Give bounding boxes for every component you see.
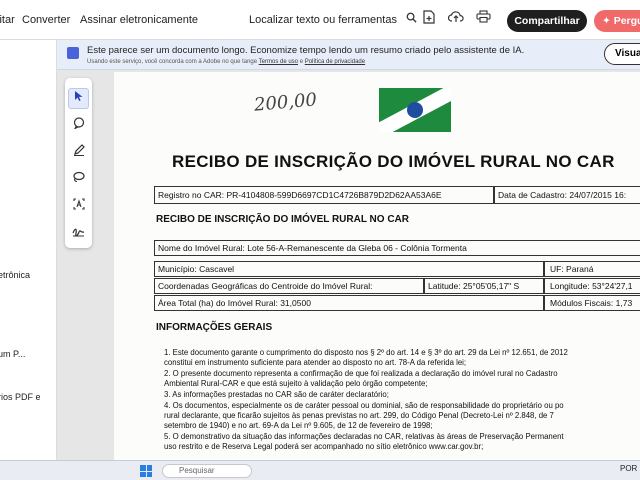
uf: UF: Paraná bbox=[550, 264, 594, 274]
longitude: Longitude: 53°24'27,1 bbox=[550, 281, 633, 291]
modulos-fiscais: Módulos Fiscais: 1,73 bbox=[550, 298, 633, 308]
left-panel-item[interactable]: etrônica bbox=[0, 270, 30, 280]
left-panel: etrônica um P... rios PDF e bbox=[0, 40, 57, 460]
info-line: rural declarante, que ficarão sujeitos à… bbox=[164, 411, 554, 420]
info-line: 2. O presente documento representa a con… bbox=[164, 369, 558, 378]
windows-start-icon[interactable] bbox=[140, 465, 152, 477]
disclaimer-text: Usando este serviço, você concorda com a… bbox=[87, 59, 258, 65]
latitude: Latitude: 25°05'05,17" S bbox=[428, 281, 520, 291]
text-recognize-icon[interactable] bbox=[68, 197, 89, 218]
menubar: Editar Converter Assinar eletronicamente… bbox=[0, 0, 640, 40]
info-line: setembro de 1940) e no art. 69-A da Lei … bbox=[164, 421, 433, 430]
area-total: Área Total (ha) do Imóvel Rural: 31,0500 bbox=[158, 298, 311, 308]
pdf-page[interactable]: 200,00 RECIBO DE INSCRIÇÃO DO IMÓVEL RUR… bbox=[114, 72, 640, 472]
upload-cloud-icon[interactable] bbox=[447, 10, 465, 28]
handwritten-note: 200,00 bbox=[253, 89, 318, 116]
info-title: INFORMAÇÕES GERAIS bbox=[156, 322, 273, 333]
info-line: 4. Os documentos, especialmente os de ca… bbox=[164, 401, 564, 410]
info-line: Ambiental Rural-CAR e que está sujeito à… bbox=[164, 379, 428, 388]
nome-imovel: Nome do Imóvel Rural: Lote 56-A-Remanesc… bbox=[158, 243, 467, 253]
search-icon bbox=[406, 12, 417, 26]
taskbar-search[interactable]: Pesquisar bbox=[162, 464, 252, 478]
select-arrow-icon[interactable] bbox=[68, 88, 89, 109]
lasso-icon[interactable] bbox=[68, 170, 89, 191]
info-line: constitui em instrumento suficiente para… bbox=[164, 358, 467, 367]
info-line: uso restrito e de Reserva Legal poderá s… bbox=[164, 442, 484, 451]
info-line: 1. Este documento garante o cumprimento … bbox=[164, 348, 568, 357]
info-line: 5. O demonstrativo da situação das infor… bbox=[164, 432, 564, 441]
ask-ai-label: Pergunt bbox=[613, 15, 640, 27]
language-indicator[interactable]: POR bbox=[620, 464, 637, 473]
share-button[interactable]: Compartilhar bbox=[507, 10, 587, 32]
comment-icon[interactable] bbox=[68, 116, 89, 137]
menu-item-editar[interactable]: Editar bbox=[0, 14, 15, 26]
info-line: 3. As informações prestadas no CAR são d… bbox=[164, 390, 389, 399]
ask-ai-button[interactable]: ✦ Pergunt bbox=[594, 10, 640, 32]
menu-item-assinar[interactable]: Assinar eletronicamente bbox=[80, 14, 198, 26]
municipio: Município: Cascavel bbox=[158, 264, 235, 274]
new-document-icon[interactable] bbox=[420, 10, 438, 28]
left-panel-item[interactable]: um P... bbox=[0, 349, 25, 359]
menu-item-converter[interactable]: Converter bbox=[22, 14, 70, 26]
ai-assistant-icon bbox=[67, 47, 79, 59]
ai-summary-banner: Este parece ser um documento longo. Econ… bbox=[57, 40, 640, 70]
terms-link[interactable]: Termos de uso bbox=[259, 59, 298, 65]
privacy-link[interactable]: Política de privacidade bbox=[305, 59, 365, 65]
view-summary-button[interactable]: Visual bbox=[604, 43, 640, 65]
os-taskbar: Pesquisar POR bbox=[0, 460, 640, 480]
find-tools-label: Localizar texto ou ferramentas bbox=[249, 14, 397, 26]
coordenadas-label: Coordenadas Geográficas do Centroide do … bbox=[158, 281, 373, 291]
data-cadastro: Data de Cadastro: 24/07/2015 16: bbox=[498, 190, 627, 200]
find-tools-search[interactable]: Localizar texto ou ferramentas bbox=[249, 12, 417, 26]
quick-tools-panel bbox=[65, 78, 92, 248]
section-subtitle: RECIBO DE INSCRIÇÃO DO IMÓVEL RURAL NO C… bbox=[156, 214, 409, 225]
registro-car: Registro no CAR: PR-4104808-599D6697CD1C… bbox=[158, 190, 442, 200]
document-title: RECIBO DE INSCRIÇÃO DO IMÓVEL RURAL NO C… bbox=[172, 152, 615, 171]
banner-message: Este parece ser um documento longo. Econ… bbox=[87, 45, 525, 56]
sparkle-icon: ✦ bbox=[602, 15, 614, 27]
left-panel-item[interactable]: rios PDF e bbox=[0, 392, 41, 402]
print-icon[interactable] bbox=[474, 10, 492, 28]
banner-disclaimer: Usando este serviço, você concorda com a… bbox=[87, 59, 365, 65]
taskbar-search-placeholder: Pesquisar bbox=[179, 466, 215, 475]
pen-icon[interactable] bbox=[68, 143, 89, 164]
disclaimer-and: e bbox=[299, 59, 304, 65]
parana-flag-image bbox=[379, 88, 451, 132]
sign-icon[interactable] bbox=[68, 224, 89, 245]
